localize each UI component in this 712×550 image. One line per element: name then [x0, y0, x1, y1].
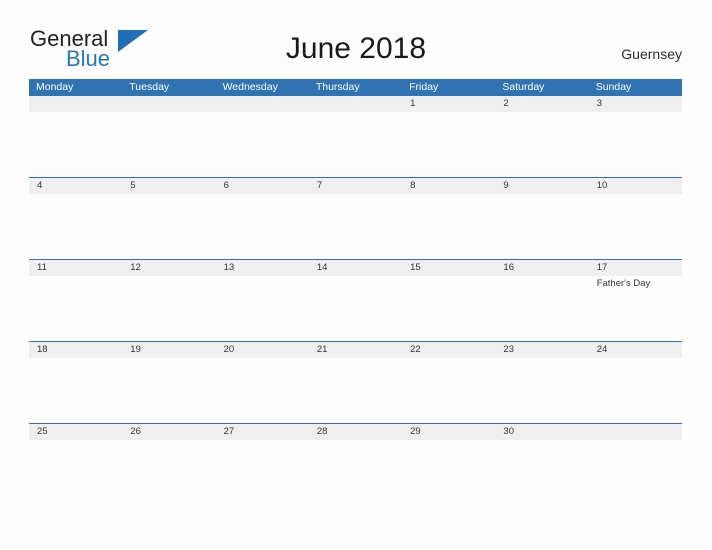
day-number[interactable]: 25 [29, 424, 122, 440]
weekday-header-wednesday: Wednesday [222, 81, 278, 93]
day-number[interactable]: 10 [589, 178, 682, 194]
week-event-band [29, 358, 682, 423]
day-number[interactable]: 16 [495, 260, 588, 276]
week-event-band [29, 194, 682, 259]
calendar-table: Monday Tuesday Wednesday Thursday Friday… [29, 79, 682, 505]
day-cell[interactable] [216, 440, 309, 505]
day-number[interactable]: 22 [402, 342, 495, 358]
day-number[interactable]: 21 [309, 342, 402, 358]
calendar-week-row: 18 19 20 21 22 23 24 [29, 341, 682, 423]
day-number[interactable]: 3 [589, 96, 682, 112]
day-number[interactable]: 26 [122, 424, 215, 440]
day-cell[interactable] [495, 112, 588, 177]
day-number-empty [589, 424, 682, 440]
day-number[interactable]: 12 [122, 260, 215, 276]
day-cell[interactable] [495, 276, 588, 341]
day-cell[interactable] [402, 276, 495, 341]
weekday-header-saturday: Saturday [502, 81, 545, 93]
day-number[interactable]: 15 [402, 260, 495, 276]
day-number[interactable]: 9 [495, 178, 588, 194]
calendar-week-row: 25 26 27 28 29 30 [29, 423, 682, 505]
day-cell[interactable] [122, 358, 215, 423]
day-cell[interactable] [29, 194, 122, 259]
calendar-week-row: 4 5 6 7 8 9 10 [29, 177, 682, 259]
day-cell[interactable] [589, 112, 682, 177]
day-number[interactable]: 4 [29, 178, 122, 194]
day-cell[interactable] [122, 194, 215, 259]
day-number[interactable]: 7 [309, 178, 402, 194]
week-date-band: 4 5 6 7 8 9 10 [29, 178, 682, 194]
day-cell[interactable] [122, 112, 215, 177]
week-date-band: 18 19 20 21 22 23 24 [29, 342, 682, 358]
day-number[interactable]: 19 [122, 342, 215, 358]
day-number[interactable]: 5 [122, 178, 215, 194]
weekday-header-row: Monday Tuesday Wednesday Thursday Friday… [29, 79, 682, 96]
page-title: June 2018 [285, 32, 427, 65]
day-number[interactable]: 1 [402, 96, 495, 112]
weekday-header-monday: Monday [36, 81, 74, 93]
day-cell[interactable] [216, 194, 309, 259]
day-cell[interactable] [122, 440, 215, 505]
day-cell[interactable] [29, 112, 122, 177]
calendar-week-row: 11 12 13 14 15 16 17 Father's Day [29, 259, 682, 341]
day-cell[interactable] [402, 112, 495, 177]
day-cell[interactable] [402, 194, 495, 259]
weekday-header-friday: Friday [409, 81, 439, 93]
week-event-band [29, 440, 682, 505]
day-cell[interactable] [216, 358, 309, 423]
day-number[interactable]: 29 [402, 424, 495, 440]
day-cell[interactable] [309, 358, 402, 423]
day-number[interactable]: 6 [216, 178, 309, 194]
day-cell[interactable] [402, 358, 495, 423]
day-number[interactable]: 11 [29, 260, 122, 276]
calendar-event: Father's Day [596, 278, 651, 289]
day-cell[interactable] [216, 112, 309, 177]
day-number[interactable]: 17 [589, 260, 682, 276]
day-number[interactable]: 14 [309, 260, 402, 276]
calendar-week-row: 123 [29, 96, 682, 177]
day-cell[interactable] [309, 194, 402, 259]
day-number[interactable]: 18 [29, 342, 122, 358]
day-number-empty [216, 96, 309, 112]
week-date-band: 25 26 27 28 29 30 [29, 424, 682, 440]
day-cell[interactable] [402, 440, 495, 505]
day-number[interactable]: 8 [402, 178, 495, 194]
day-number-empty [122, 96, 215, 112]
day-number[interactable]: 28 [309, 424, 402, 440]
day-cell[interactable] [495, 440, 588, 505]
day-cell[interactable] [216, 276, 309, 341]
day-cell[interactable] [122, 276, 215, 341]
locale-label: Guernsey [621, 46, 682, 62]
day-number[interactable]: 23 [495, 342, 588, 358]
day-number[interactable]: 30 [495, 424, 588, 440]
day-number-empty [309, 96, 402, 112]
weekday-header-thursday: Thursday [315, 81, 360, 93]
calendar-weeks: 1 2 3 4 5 6 7 8 9 10 11 12 13 14 15 16 17 Father's Day 18 1… [29, 96, 682, 505]
day-number[interactable]: 20 [216, 342, 309, 358]
page-header: General Blue June 2018 Guernsey [0, 0, 712, 78]
weekday-header-sunday: Sunday [595, 81, 632, 93]
day-number[interactable]: 13 [216, 260, 309, 276]
week-event-band: Father's Day [29, 276, 682, 341]
weekday-header-tuesday: Tuesday [129, 81, 170, 93]
day-cell[interactable] [589, 194, 682, 259]
day-cell[interactable] [29, 358, 122, 423]
day-number[interactable]: 24 [589, 342, 682, 358]
day-cell[interactable] [29, 276, 122, 341]
day-cell[interactable] [589, 358, 682, 423]
week-date-band: 123 [29, 96, 682, 112]
day-cell[interactable] [309, 276, 402, 341]
day-number[interactable]: 2 [495, 96, 588, 112]
day-cell[interactable] [589, 440, 682, 505]
day-number[interactable]: 27 [216, 424, 309, 440]
day-cell[interactable] [495, 194, 588, 259]
day-number-empty [29, 96, 122, 112]
day-cell[interactable] [309, 440, 402, 505]
day-cell[interactable] [495, 358, 588, 423]
week-event-band [29, 112, 682, 177]
day-cell[interactable]: Father's Day [589, 276, 682, 341]
day-cell[interactable] [29, 440, 122, 505]
day-cell[interactable] [309, 112, 402, 177]
week-date-band: 11 12 13 14 15 16 17 [29, 260, 682, 276]
